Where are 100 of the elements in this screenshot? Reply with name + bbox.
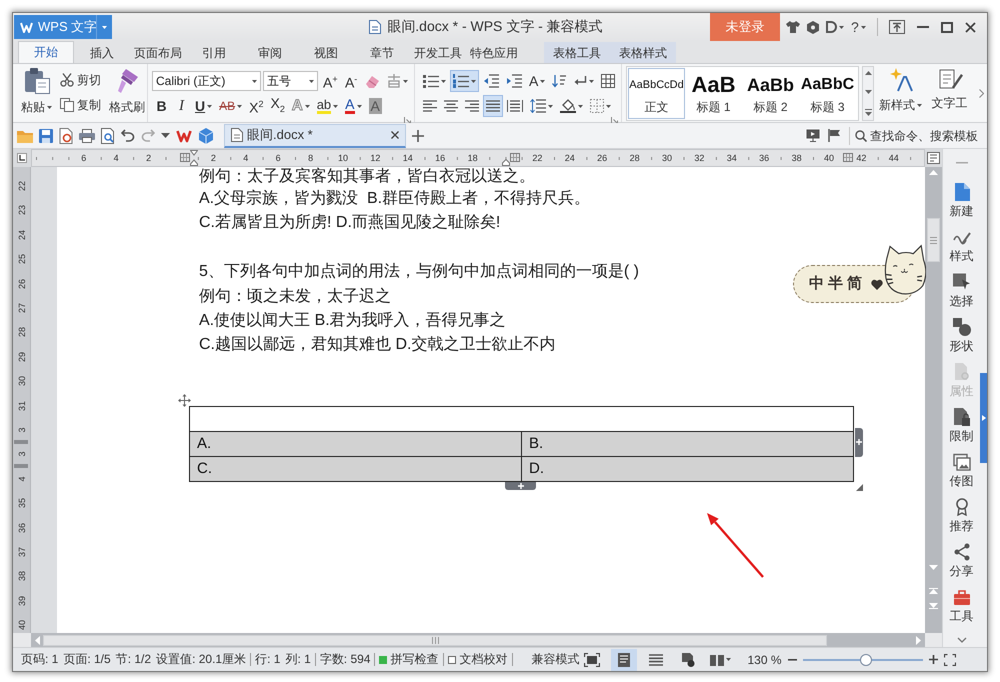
text-tools-button[interactable]: 文字工 — [930, 66, 972, 112]
ribbon-tab[interactable]: 引用 — [186, 42, 242, 63]
expand-icon[interactable] — [864, 109, 872, 116]
italic-button[interactable]: I — [172, 95, 191, 117]
grow-font-button[interactable]: A$^{+}$ — [320, 70, 341, 92]
ribbon-tab[interactable]: 开发工具 — [410, 42, 466, 63]
printer-icon[interactable] — [79, 128, 95, 142]
scroll-down-icon[interactable] — [864, 90, 872, 94]
task-pane-button[interactable]: 选择 — [943, 270, 980, 314]
task-pane-button[interactable]: 推荐 — [943, 494, 980, 540]
subscript-button[interactable]: X$_{2}$ — [268, 95, 288, 117]
style-option[interactable]: AaBbCcDd 正文 — [628, 68, 685, 119]
document-tab[interactable]: 眼间.docx * — [224, 124, 406, 148]
ribbon-tab[interactable]: 页面布局 — [130, 42, 186, 63]
new-style-button[interactable]: 新样式 — [877, 66, 924, 114]
status-toggle[interactable]: 拼写检查 — [379, 653, 444, 666]
chevron-down-icon[interactable] — [956, 637, 966, 643]
monitor-icon[interactable] — [806, 129, 820, 142]
search-field[interactable]: 查找命令、搜索模板 — [849, 126, 984, 144]
ime-mode-button[interactable]: 半 — [827, 275, 844, 293]
font-name-field[interactable]: Calibri (正文) — [152, 71, 261, 91]
style-option[interactable]: AaBb 标题 2 — [742, 68, 799, 119]
minus-icon[interactable] — [788, 658, 797, 660]
account-button[interactable] — [826, 21, 844, 33]
justify-button[interactable] — [483, 95, 503, 117]
slider-thumb[interactable] — [860, 654, 872, 666]
plus-icon[interactable] — [412, 130, 424, 142]
maximize-icon[interactable] — [940, 22, 953, 32]
pin-to-top-icon[interactable] — [888, 20, 905, 34]
column-marker-icon[interactable] — [180, 153, 190, 162]
dialog-launcher-icon[interactable] — [611, 117, 618, 124]
save-icon[interactable] — [39, 128, 53, 142]
ribbon-tab[interactable]: 特色应用 — [466, 42, 522, 63]
app-menu-button[interactable]: WPS 文字 — [14, 15, 96, 39]
row-marker-icon[interactable] — [14, 464, 28, 468]
cut-button[interactable]: 剪切 — [58, 69, 103, 91]
ribbon-tab[interactable]: 开始 — [18, 41, 74, 63]
ribbon-tab[interactable]: 表格工具 — [544, 42, 610, 63]
scrollbar-thumb[interactable] — [43, 634, 827, 646]
zigzag-logo-icon[interactable] — [176, 128, 192, 142]
change-case-button[interactable]: A — [526, 70, 548, 92]
add-column-button[interactable] — [855, 428, 863, 457]
indent-marker-icon[interactable] — [190, 150, 198, 166]
format-painter-button[interactable]: 格式刷 — [107, 66, 149, 116]
shirt-icon[interactable] — [786, 21, 800, 33]
underline-button[interactable]: U — [192, 95, 216, 117]
close-icon[interactable] — [964, 22, 976, 32]
task-pane-button[interactable]: 限制 — [943, 404, 980, 450]
ribbon-tab[interactable]: 章节 — [354, 42, 410, 63]
task-pane-button[interactable]: 工具 — [943, 584, 980, 630]
task-pane-button[interactable]: 样式 — [943, 224, 980, 270]
horizontal-scrollbar[interactable] — [31, 633, 925, 647]
ribbon-tab[interactable]: 表格样式 — [610, 42, 676, 63]
numbering-button[interactable] — [450, 70, 479, 92]
ime-mode-button[interactable]: 中 — [808, 275, 825, 293]
pane-toggle-tab[interactable] — [980, 373, 987, 463]
plus-icon[interactable] — [928, 655, 938, 664]
style-option[interactable]: AaBbC 标题 3 — [799, 68, 856, 119]
hexagon-icon[interactable] — [807, 20, 819, 34]
heart-icon[interactable] — [871, 278, 883, 290]
ribbon-tab[interactable]: 视图 — [298, 42, 354, 63]
strikethrough-button[interactable]: AB — [216, 95, 246, 117]
font-size-field[interactable]: 五号 — [263, 71, 318, 91]
bold-button[interactable]: B — [152, 95, 171, 117]
close-icon[interactable] — [391, 131, 399, 139]
cube-icon[interactable] — [198, 128, 214, 144]
scroll-up-icon[interactable] — [864, 71, 872, 75]
task-pane-button[interactable]: 新建 — [943, 180, 980, 224]
paste-button[interactable]: 粘贴 — [19, 66, 54, 116]
vertical-scrollbar[interactable] — [925, 167, 942, 633]
minimize-icon[interactable] — [916, 26, 929, 28]
flag-icon[interactable] — [828, 129, 841, 142]
shrink-font-button[interactable]: A$^{-}$ — [342, 70, 361, 92]
page-view-button[interactable] — [611, 648, 638, 670]
task-pane-button[interactable]: 传图 — [943, 450, 980, 494]
font-color-button[interactable]: A — [342, 95, 365, 117]
task-pane-button[interactable]: 形状 — [943, 314, 980, 360]
dialog-launcher-icon[interactable] — [404, 117, 411, 124]
superscript-button[interactable]: X$^{2}$ — [246, 95, 266, 117]
style-option[interactable]: AaB 标题 1 — [685, 68, 742, 119]
move-handle-icon[interactable] — [178, 394, 191, 407]
column-marker-icon[interactable] — [843, 153, 853, 162]
row-marker-icon[interactable] — [14, 440, 28, 444]
resize-handle-icon[interactable] — [856, 484, 863, 491]
undo-icon[interactable] — [121, 129, 135, 142]
ime-mode-button[interactable]: 简 — [846, 275, 863, 293]
caret-icon[interactable] — [161, 133, 170, 138]
page-magnifier-icon[interactable] — [101, 128, 115, 144]
status-toggle[interactable]: 文档校对 — [448, 653, 514, 666]
page-swirl-icon[interactable] — [59, 128, 73, 144]
task-pane-button[interactable]: 分享 — [943, 540, 980, 584]
tab-stop-icon[interactable] — [17, 153, 27, 163]
help-button[interactable]: ? — [851, 19, 866, 35]
column-marker-icon[interactable] — [510, 153, 520, 162]
scrollbar-thumb[interactable] — [927, 218, 940, 262]
fit-icon[interactable] — [944, 654, 956, 666]
ruler-toggle-icon[interactable] — [927, 152, 940, 164]
highlight-button[interactable]: ab — [314, 95, 342, 117]
ribbon-tab[interactable]: 审阅 — [242, 42, 298, 63]
ribbon-tab[interactable]: 插入 — [74, 42, 130, 63]
